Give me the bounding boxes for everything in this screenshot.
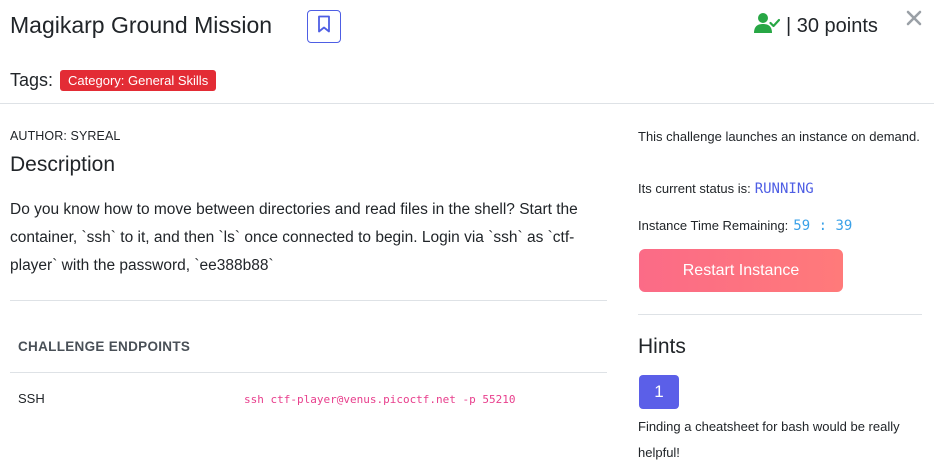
user-check-icon: [754, 12, 781, 40]
tags-label: Tags:: [10, 69, 54, 90]
hint-1-button[interactable]: 1: [639, 375, 679, 409]
tags-row: Tags: Category: General Skills: [10, 68, 217, 92]
divider: [10, 372, 607, 373]
points-text: | 30 points: [786, 14, 878, 37]
endpoint-name: SSH: [18, 391, 45, 406]
points-display: | 30 points: [754, 11, 878, 41]
time-label: Instance Time Remaining:: [638, 218, 789, 233]
bookmark-icon: [317, 15, 331, 38]
instance-status: Its current status is: RUNNING: [638, 176, 814, 201]
category-tag[interactable]: Category: General Skills: [60, 69, 217, 91]
instance-time: Instance Time Remaining: 59 : 39: [638, 213, 852, 238]
status-label: Its current status is:: [638, 181, 751, 196]
status-value: RUNNING: [754, 180, 814, 197]
challenge-header: Magikarp Ground Mission | 30 points Tags…: [0, 0, 934, 104]
divider: [638, 314, 922, 315]
endpoints-heading: CHALLENGE ENDPOINTS: [18, 339, 191, 354]
divider: [10, 300, 607, 301]
description-heading: Description: [10, 153, 116, 176]
endpoint-command[interactable]: ssh ctf-player@venus.picoctf.net -p 5521…: [244, 393, 516, 406]
hint-text: Finding a cheatsheet for bash would be r…: [638, 419, 900, 460]
instance-info: This challenge launches an instance on d…: [638, 129, 920, 144]
hints-heading: Hints: [638, 335, 686, 358]
restart-instance-button[interactable]: Restart Instance: [639, 249, 843, 292]
bookmark-button[interactable]: [307, 10, 341, 43]
close-button[interactable]: [902, 8, 926, 32]
challenge-title: Magikarp Ground Mission: [10, 12, 273, 38]
description-text: Do you know how to move between director…: [10, 201, 578, 274]
author-label: AUTHOR: SYREAL: [10, 129, 121, 143]
close-icon: [906, 10, 922, 31]
time-value: 59 : 39: [793, 217, 853, 234]
